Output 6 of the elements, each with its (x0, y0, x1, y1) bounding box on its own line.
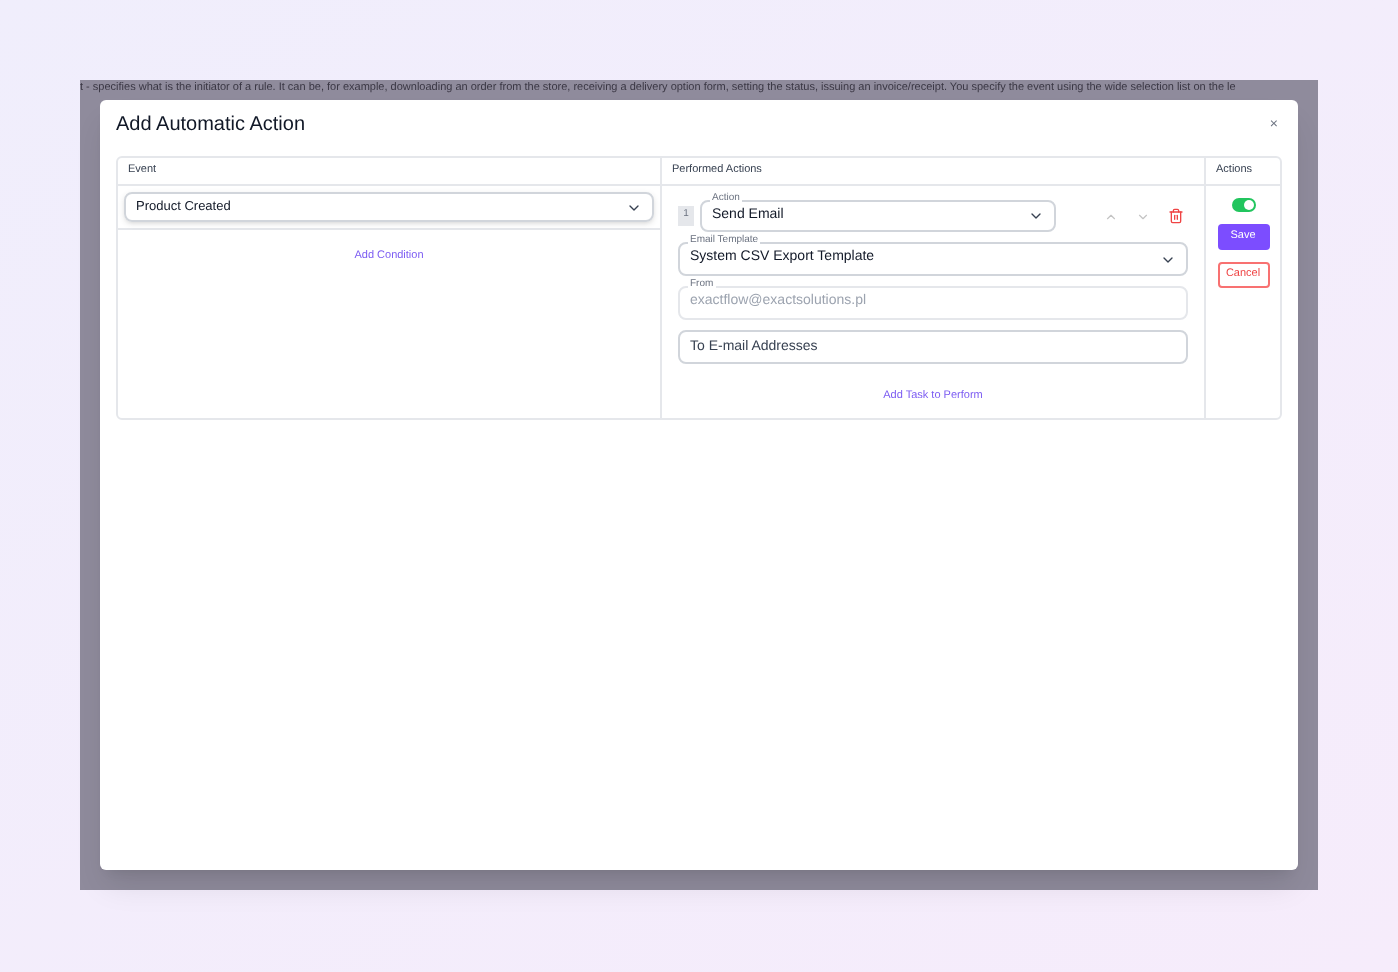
dialog-title: Add Automatic Action (116, 112, 306, 140)
chevron-down-icon (1028, 208, 1044, 224)
move-down-icon[interactable] (1136, 209, 1150, 223)
toggle-switch[interactable] (1231, 198, 1255, 212)
move-up-icon[interactable] (1104, 209, 1118, 223)
delete-icon[interactable] (1168, 208, 1184, 224)
